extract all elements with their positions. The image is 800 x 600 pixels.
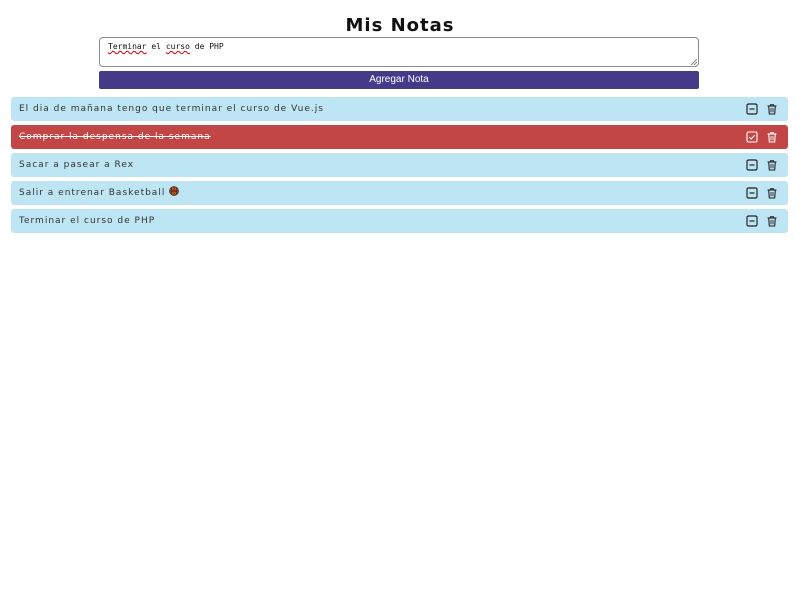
input-word: PHP [209, 42, 224, 51]
note-item: Comprar la despensa de la semana [11, 125, 788, 149]
note-text: El dia de mañana tengo que terminar el c… [19, 97, 324, 121]
trash-icon[interactable] [766, 187, 778, 199]
note-actions [746, 187, 778, 199]
minus-square-icon[interactable] [746, 187, 758, 199]
trash-icon[interactable] [766, 103, 778, 115]
input-word: curso [165, 42, 190, 51]
note-text-label: El dia de mañana tengo que terminar el c… [19, 104, 324, 114]
note-actions [746, 131, 778, 143]
note-textarea-value: Terminar el curso de PHP [108, 42, 224, 51]
note-actions [746, 159, 778, 171]
basketball-icon [169, 182, 180, 206]
trash-icon[interactable] [766, 159, 778, 171]
note-text: Comprar la despensa de la semana [19, 125, 211, 149]
resize-handle-icon[interactable] [691, 59, 697, 65]
note-text-label: Sacar a pasear a Rex [19, 160, 135, 170]
note-text-label: Salir a entrenar Basketball [19, 188, 166, 198]
note-item: El dia de mañana tengo que terminar el c… [11, 97, 788, 121]
note-item: Salir a entrenar Basketball [11, 181, 788, 205]
add-note-button[interactable]: Agregar Nota [99, 71, 699, 89]
note-text-label: Comprar la despensa de la semana [19, 132, 211, 142]
note-actions [746, 215, 778, 227]
minus-square-icon[interactable] [746, 159, 758, 171]
note-textarea[interactable]: Terminar el curso de PHP [99, 37, 699, 67]
minus-square-icon[interactable] [746, 215, 758, 227]
note-text: Terminar el curso de PHP [19, 209, 155, 233]
note-item: Sacar a pasear a Rex [11, 153, 788, 177]
notes-app: Mis Notas Terminar el curso de PHP Agreg… [0, 0, 800, 600]
note-item: Terminar el curso de PHP [11, 209, 788, 233]
trash-icon[interactable] [766, 131, 778, 143]
notes-list: El dia de mañana tengo que terminar el c… [11, 97, 788, 237]
page-title: Mis Notas [345, 15, 455, 36]
minus-square-icon[interactable] [746, 103, 758, 115]
note-text-label: Terminar el curso de PHP [19, 216, 156, 226]
note-actions [746, 103, 778, 115]
note-text: Sacar a pasear a Rex [19, 153, 134, 177]
check-square-icon[interactable] [746, 131, 758, 143]
input-word: Terminar [108, 42, 147, 51]
input-word: el [151, 42, 161, 51]
trash-icon[interactable] [766, 215, 778, 227]
note-text: Salir a entrenar Basketball [19, 181, 180, 206]
input-word: de [194, 42, 205, 51]
